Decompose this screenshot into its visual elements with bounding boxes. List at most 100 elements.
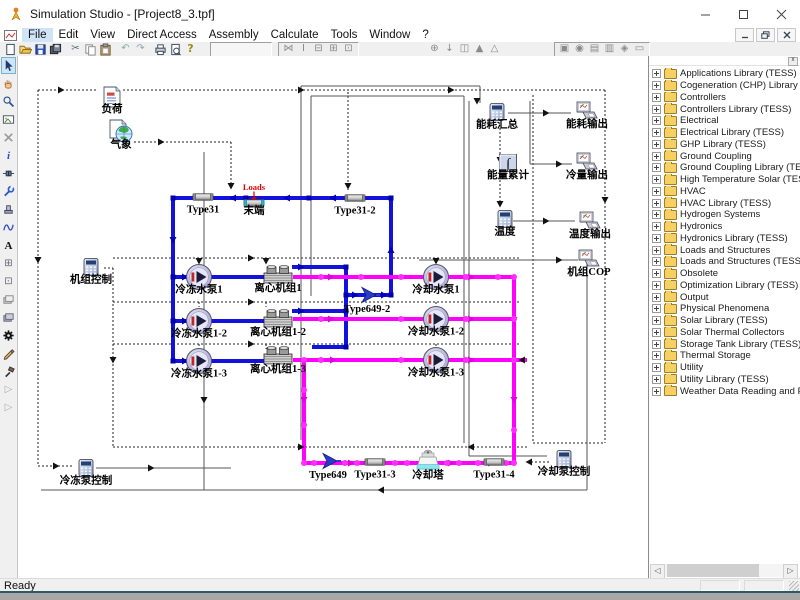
chw-pump-2-component[interactable]: 冷冻水泵1-2 xyxy=(171,309,227,340)
palette-item[interactable]: Solar Thermal Collectors xyxy=(649,327,800,339)
cw-pump-1-component[interactable]: 冷却水泵1 xyxy=(412,265,459,296)
menu-tools[interactable]: Tools xyxy=(325,28,364,42)
expand-icon[interactable] xyxy=(652,316,661,325)
temperature-calc-component[interactable]: 温度 xyxy=(495,211,516,238)
palette-close-icon[interactable]: x xyxy=(788,57,798,66)
expand-icon[interactable] xyxy=(652,163,661,172)
expand-icon[interactable] xyxy=(652,363,661,372)
energy-sum-component[interactable]: 能耗汇总 xyxy=(476,104,518,131)
expand-icon[interactable] xyxy=(652,175,661,184)
fit-horizontal-icon[interactable]: ⋈ xyxy=(281,43,296,56)
settings-gear-tool-icon[interactable] xyxy=(1,327,16,344)
mdi-restore-button[interactable] xyxy=(756,28,775,42)
connect-tool-icon[interactable] xyxy=(1,165,16,182)
expand-icon[interactable] xyxy=(652,387,661,396)
palette-item[interactable]: Cogeneration (CHP) Library (TESS) xyxy=(649,80,800,92)
palette-item[interactable]: Weather Data Reading and Process xyxy=(649,385,800,397)
expand-icon[interactable] xyxy=(652,140,661,149)
expand-icon[interactable] xyxy=(652,105,661,114)
expand-icon[interactable] xyxy=(652,81,661,90)
expand-icon[interactable] xyxy=(652,375,661,384)
cw-pump-control-component[interactable]: 冷却泵控制 xyxy=(538,451,591,478)
palette-item[interactable]: Storage Tank Library (TESS) xyxy=(649,338,800,350)
palette-item[interactable]: Ground Coupling Library (TESS) xyxy=(649,162,800,174)
palette-item[interactable]: Utility xyxy=(649,362,800,374)
weather-file-component[interactable]: 气象 xyxy=(110,120,133,151)
menu-view[interactable]: View xyxy=(84,28,121,42)
save-icon[interactable] xyxy=(33,43,48,56)
expand-icon[interactable] xyxy=(652,328,661,337)
delete-tool-icon[interactable] xyxy=(1,129,16,146)
palette-item[interactable]: High Temperature Solar (TESS) xyxy=(649,174,800,186)
columns-icon[interactable]: ▥ xyxy=(602,43,617,56)
mdi-minimize-button[interactable] xyxy=(735,28,754,42)
scroll-right-icon[interactable]: ▷ xyxy=(783,564,798,579)
palette-item[interactable]: Controllers Library (TESS) xyxy=(649,103,800,115)
palette-item[interactable]: Output xyxy=(649,291,800,303)
mdi-close-button[interactable] xyxy=(777,28,796,42)
build-tool-icon[interactable] xyxy=(1,363,16,380)
paste-macro-tool-icon[interactable] xyxy=(1,201,16,218)
palette-item[interactable]: Ground Coupling xyxy=(649,150,800,162)
palette-item[interactable]: Thermal Storage xyxy=(649,350,800,362)
hierarchy-icon[interactable]: ⊕ xyxy=(427,43,442,56)
marker-icon[interactable]: ▲ xyxy=(472,43,487,56)
new-icon[interactable] xyxy=(3,43,18,56)
load-file-component[interactable]: 负荷 xyxy=(102,87,123,115)
menu-direct-access[interactable]: Direct Access xyxy=(121,28,203,42)
expand-icon[interactable] xyxy=(652,269,661,278)
menu-assembly[interactable]: Assembly xyxy=(203,28,265,42)
expand-icon[interactable]: ⊞ xyxy=(326,43,341,56)
expand-icon[interactable] xyxy=(652,257,661,266)
select-tool-icon[interactable] xyxy=(1,57,16,74)
palette-item[interactable]: Utility Library (TESS) xyxy=(649,374,800,386)
zoom-tool-icon[interactable] xyxy=(1,93,16,110)
type649-2-component[interactable]: Type649-2 xyxy=(344,288,390,316)
cut-icon[interactable]: ✂ xyxy=(68,43,83,56)
palette-item[interactable]: HVAC xyxy=(649,186,800,198)
expand-icon[interactable] xyxy=(652,222,661,231)
close-button[interactable] xyxy=(762,0,800,28)
arrange-tool-icon[interactable] xyxy=(1,309,16,326)
redo-icon[interactable]: ↷ xyxy=(133,43,148,56)
menu-calculate[interactable]: Calculate xyxy=(265,28,325,42)
chw-pump-control-component[interactable]: 冷冻泵控制 xyxy=(60,460,113,487)
grid-tool-icon[interactable]: ⊞ xyxy=(1,255,16,272)
fit-vertical-icon[interactable]: Ⅰ xyxy=(296,43,311,56)
unit-control-component[interactable]: 机组控制 xyxy=(70,259,112,286)
expand-icon[interactable] xyxy=(652,116,661,125)
expand-icon[interactable] xyxy=(652,93,661,102)
project-canvas[interactable]: ∫ xyxy=(18,56,648,578)
palette-item[interactable]: Hydronics Library (TESS) xyxy=(649,233,800,245)
print-icon[interactable] xyxy=(153,43,168,56)
menu-?[interactable]: ? xyxy=(416,28,434,42)
print-preview-icon[interactable] xyxy=(168,43,183,56)
chiller-1-component[interactable]: 离心机组1 xyxy=(254,266,301,295)
palette-item[interactable]: Solar Library (TESS) xyxy=(649,315,800,327)
resize-grip[interactable] xyxy=(789,581,799,591)
arrow-down-icon[interactable]: ↓ xyxy=(442,43,457,56)
open-icon[interactable] xyxy=(18,43,33,56)
frame-icon[interactable]: ▣ xyxy=(557,43,572,56)
palette-item[interactable]: Physical Phenomena xyxy=(649,303,800,315)
palette-item[interactable]: Loads and Structures xyxy=(649,244,800,256)
menu-edit[interactable]: Edit xyxy=(53,28,85,42)
chw-pump-3-component[interactable]: 冷冻水泵1-3 xyxy=(171,349,227,380)
energy-output-component[interactable]: 能耗输出 xyxy=(566,102,608,130)
run-alt-tool-icon[interactable]: ▷ xyxy=(1,399,16,416)
help-icon[interactable]: ? xyxy=(183,43,198,56)
maximize-button[interactable] xyxy=(724,0,762,28)
layers-tool-icon[interactable] xyxy=(1,291,16,308)
expand-icon[interactable] xyxy=(652,304,661,313)
expand-icon[interactable] xyxy=(652,340,661,349)
scroll-left-icon[interactable]: ◁ xyxy=(650,564,665,579)
palette-item[interactable]: Applications Library (TESS) xyxy=(649,68,800,80)
screenshot-tool-icon[interactable] xyxy=(1,111,16,128)
copy-icon[interactable] xyxy=(83,43,98,56)
expand-icon[interactable] xyxy=(652,351,661,360)
palette-item[interactable]: Loads and Structures (TESS) xyxy=(649,256,800,268)
energy-integrator-component[interactable]: 能量累计 xyxy=(487,155,529,182)
signal-tool-icon[interactable] xyxy=(1,219,16,236)
cw-pump-3-component[interactable]: 冷却水泵1-3 xyxy=(408,348,464,379)
target-icon[interactable]: ◉ xyxy=(572,43,587,56)
